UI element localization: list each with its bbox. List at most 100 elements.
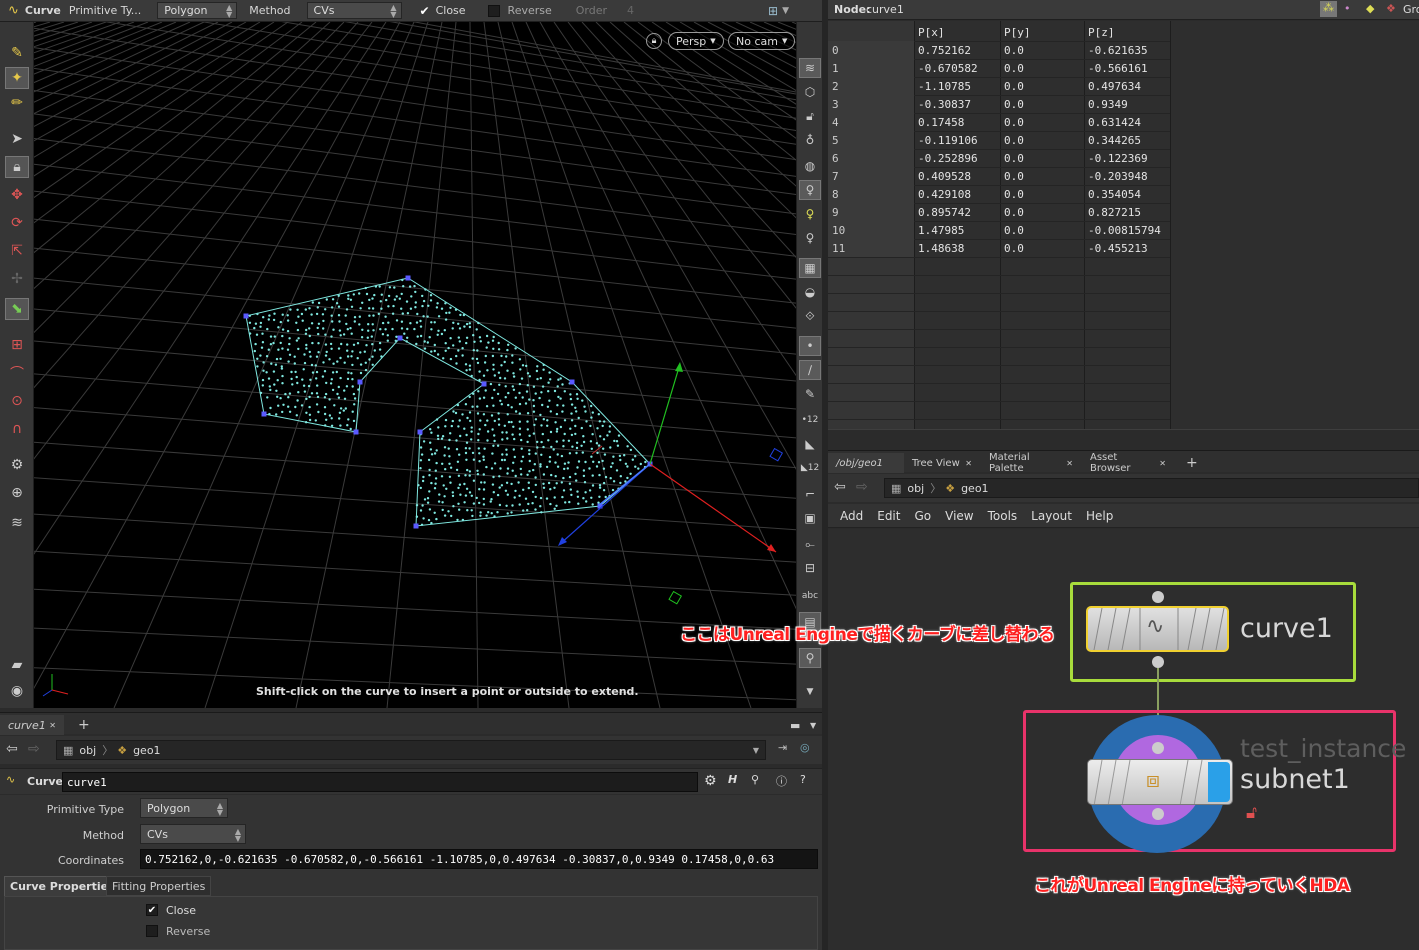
edge-display-icon[interactable]: ⌐ bbox=[799, 484, 821, 504]
toolbar-menu-arrow-icon[interactable]: ▼ bbox=[782, 6, 789, 16]
table-cell[interactable]: 0.0 bbox=[1000, 167, 1084, 185]
table-cell[interactable]: -0.30837 bbox=[914, 95, 1000, 113]
close-tab-icon[interactable]: ✕ bbox=[1159, 459, 1166, 468]
unlock-icon[interactable]: 🔓︎ bbox=[799, 106, 821, 126]
pane-menu-icon[interactable]: ▼ bbox=[802, 715, 824, 735]
move-tool-icon[interactable]: ✥ bbox=[5, 184, 29, 206]
tab-tree-view[interactable]: Tree View ✕ bbox=[904, 453, 980, 473]
table-cell[interactable]: 0.409528 bbox=[914, 167, 1000, 185]
pen-icon[interactable]: ✎ bbox=[799, 384, 821, 404]
close-checkbox[interactable]: ✔ bbox=[420, 4, 430, 18]
subnet-display-flag[interactable] bbox=[1208, 762, 1230, 802]
gear-tool-icon[interactable]: ⚙ bbox=[5, 454, 29, 476]
globe-tool-icon[interactable]: ⊕ bbox=[5, 482, 29, 504]
path-breadcrumb[interactable]: ▦ obj 〉 ❖ geo1 bbox=[884, 478, 1419, 498]
link-icon[interactable]: ◎ bbox=[800, 741, 810, 754]
snap-options-icon[interactable]: ⊞ bbox=[768, 4, 778, 18]
tab-fitting-properties[interactable]: Fitting Properties bbox=[106, 876, 212, 896]
table-row[interactable]: 11 1.48638 0.0 -0.455213 bbox=[828, 239, 1170, 257]
subnet1-node-name[interactable]: subnet1 bbox=[1240, 764, 1350, 795]
table-cell[interactable]: -0.621635 bbox=[1084, 41, 1170, 59]
table-cell[interactable]: 0.752162 bbox=[914, 41, 1000, 59]
path-breadcrumb[interactable]: ▦ obj 〉 ❖ geo1 ▼ bbox=[56, 740, 766, 760]
coordinates-field[interactable]: 0.752162,0,-0.621635 -0.670582,0,-0.5661… bbox=[140, 849, 818, 869]
table-cell[interactable]: 0.354054 bbox=[1084, 185, 1170, 203]
table-cell[interactable]: -1.10785 bbox=[914, 77, 1000, 95]
vertices-mode-icon[interactable]: • bbox=[1344, 2, 1351, 15]
tab-asset-browser[interactable]: Asset Browser ✕ bbox=[1082, 452, 1174, 474]
table-cell[interactable]: 0.0 bbox=[1000, 77, 1084, 95]
path-obj[interactable]: obj bbox=[79, 744, 96, 757]
row-index-cell[interactable]: 2 bbox=[828, 77, 914, 95]
draw-shape-icon[interactable]: ✎ bbox=[5, 42, 29, 64]
prim-display-icon[interactable]: ◣ bbox=[799, 434, 821, 454]
transform-tool-icon[interactable]: ✢ bbox=[5, 268, 29, 290]
row-index-cell[interactable]: 0 bbox=[828, 41, 914, 59]
table-cell[interactable]: 0.895742 bbox=[914, 203, 1000, 221]
detail-mode-icon[interactable]: ❖ bbox=[1386, 2, 1396, 15]
pin-icon[interactable]: ⇥ bbox=[778, 741, 787, 754]
tab-curve1[interactable]: curve1 ✕ bbox=[0, 715, 64, 735]
handle-tool-icon[interactable]: ⬊ bbox=[5, 298, 29, 320]
close-tab-icon[interactable]: ✕ bbox=[1066, 459, 1073, 468]
header-cell[interactable]: P[x] bbox=[914, 23, 1000, 41]
row-index-cell[interactable]: 8 bbox=[828, 185, 914, 203]
table-cell[interactable]: 0.0 bbox=[1000, 221, 1084, 239]
camera-tool-icon[interactable]: ▰ bbox=[5, 654, 29, 676]
paint-icon[interactable]: ✏ bbox=[5, 92, 29, 114]
table-cell[interactable]: 0.0 bbox=[1000, 59, 1084, 77]
header-cell[interactable]: P[y] bbox=[1000, 23, 1086, 41]
table-cell[interactable]: 0.631424 bbox=[1084, 113, 1170, 131]
spreadsheet-table[interactable]: P[x] P[y] P[z] 0 0.752162 0.0 -0.621635 1 -0.… bbox=[828, 21, 1419, 429]
unlocked-hda-icon[interactable]: 🔓︎ bbox=[1246, 803, 1257, 823]
points-mode-icon[interactable]: ⁂ bbox=[1320, 1, 1337, 17]
table-row[interactable]: 0 0.752162 0.0 -0.621635 bbox=[828, 41, 1170, 59]
point-display-icon[interactable]: • bbox=[799, 336, 821, 356]
reverse-checkbox[interactable] bbox=[487, 4, 500, 17]
path-obj[interactable]: obj bbox=[907, 482, 924, 495]
pin-display-icon[interactable]: ⚲ bbox=[799, 648, 821, 668]
subnet-node-output[interactable] bbox=[1152, 808, 1164, 820]
back-arrow-icon[interactable]: ⇦ bbox=[6, 741, 18, 757]
snap-curve-icon[interactable]: ⌒ bbox=[5, 362, 29, 384]
row-index-cell[interactable]: 5 bbox=[828, 131, 914, 149]
row-index-cell[interactable]: 9 bbox=[828, 203, 914, 221]
table-row[interactable]: 9 0.895742 0.0 0.827215 bbox=[828, 203, 1170, 221]
table-cell[interactable]: -0.670582 bbox=[914, 59, 1000, 77]
table-row[interactable]: 3 -0.30837 0.0 0.9349 bbox=[828, 95, 1170, 113]
stack-tool-icon[interactable]: ≋ bbox=[5, 512, 29, 534]
row-index-cell[interactable]: 7 bbox=[828, 167, 914, 185]
subnet1-node[interactable]: ⧈ bbox=[1087, 759, 1233, 805]
search-icon[interactable]: ⚲ bbox=[751, 773, 759, 786]
table-cell[interactable]: 0.0 bbox=[1000, 95, 1084, 113]
row-index-cell[interactable]: 4 bbox=[828, 113, 914, 131]
edit-curve-icon[interactable]: ✦ bbox=[5, 67, 29, 89]
table-cell[interactable]: 0.344265 bbox=[1084, 131, 1170, 149]
table-cell[interactable]: 0.497634 bbox=[1084, 77, 1170, 95]
table-cell[interactable]: -0.00815794 bbox=[1084, 221, 1170, 239]
table-row[interactable]: 7 0.409528 0.0 -0.203948 bbox=[828, 167, 1170, 185]
table-cell[interactable]: -0.455213 bbox=[1084, 239, 1170, 257]
camera-menu-button[interactable]: No cam ▼ bbox=[728, 32, 796, 50]
curve1-node-name[interactable]: curve1 bbox=[1240, 613, 1333, 644]
table-cell[interactable]: 0.9349 bbox=[1084, 95, 1170, 113]
persp-menu-button[interactable]: Persp ▼ bbox=[668, 32, 724, 50]
close-tab-icon[interactable]: ✕ bbox=[49, 721, 56, 730]
row-index-cell[interactable]: 3 bbox=[828, 95, 914, 113]
eye-tool-icon[interactable]: ◉ bbox=[5, 680, 29, 702]
snap-point-icon[interactable]: ⊙ bbox=[5, 390, 29, 412]
point-numbers-icon[interactable]: •12 bbox=[799, 410, 821, 430]
close-tab-icon[interactable]: ✕ bbox=[965, 459, 972, 468]
primitive-type-dropdown[interactable]: Polygon ▲ ▼ bbox=[140, 798, 228, 818]
select-arrow-icon[interactable]: ➤ bbox=[5, 128, 29, 150]
gear-icon[interactable]: ⚙ bbox=[704, 773, 717, 789]
magnet-icon[interactable]: ∩ bbox=[5, 418, 29, 440]
table-cell[interactable]: 1.48638 bbox=[914, 239, 1000, 257]
snap-grid-icon[interactable]: ⊞ bbox=[5, 334, 29, 356]
table-cell[interactable]: -0.252896 bbox=[914, 149, 1000, 167]
lock-icon[interactable]: 🔒︎ bbox=[5, 156, 29, 178]
table-cell[interactable]: 0.0 bbox=[1000, 113, 1084, 131]
table-cell[interactable]: -0.122369 bbox=[1084, 149, 1170, 167]
normal-display-icon[interactable]: ∕ bbox=[799, 360, 821, 380]
rotate-tool-icon[interactable]: ⟳ bbox=[5, 212, 29, 234]
